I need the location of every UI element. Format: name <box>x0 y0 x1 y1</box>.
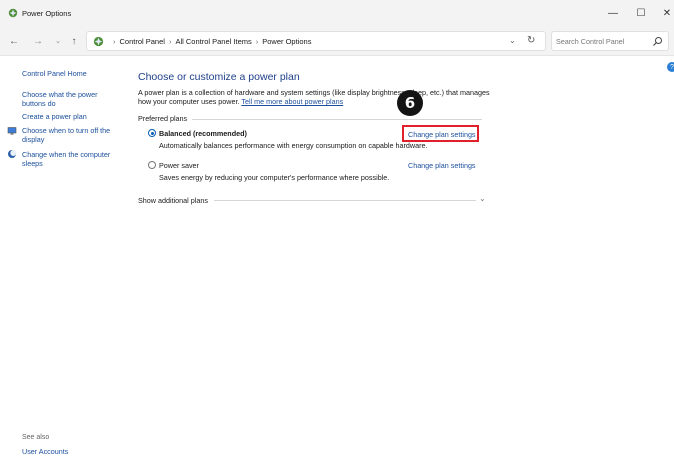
sleep-moon-icon <box>8 150 17 158</box>
highlight-box <box>402 125 479 142</box>
expand-chevron-icon[interactable]: ⌄ <box>479 194 486 203</box>
step-number-badge: 6 <box>397 90 423 116</box>
breadcrumb-item-power-options[interactable]: Power Options <box>262 37 311 46</box>
sidebar-item-power-buttons[interactable]: Choose what the power buttons do <box>22 90 106 108</box>
breadcrumb-item-all-items[interactable]: All Control Panel Items <box>175 37 251 46</box>
back-arrow-icon[interactable]: ← <box>8 35 20 47</box>
sidebar-item-create-plan[interactable]: Create a power plan <box>22 112 122 121</box>
sidebar: Control Panel Home Choose what the power… <box>0 56 126 467</box>
see-also-label: See also <box>22 434 50 441</box>
search-icon[interactable] <box>652 36 663 47</box>
address-bar[interactable]: › Control Panel › All Control Panel Items › P… <box>86 31 546 51</box>
breadcrumb-separator-icon: › <box>255 37 259 46</box>
show-additional-plans-label[interactable]: Show additional plans <box>138 196 208 205</box>
balanced-plan-radio[interactable] <box>148 129 156 137</box>
power-saver-plan-description: Saves energy by reducing your computer's… <box>159 173 390 182</box>
power-options-icon <box>8 8 18 18</box>
sidebar-item-user-accounts[interactable]: User Accounts <box>22 447 122 456</box>
breadcrumb-separator-icon: › <box>113 37 116 46</box>
balanced-plan-name[interactable]: Balanced (recommended) <box>159 129 247 138</box>
title-bar: Power Options — ☐ ✕ <box>0 0 674 26</box>
refresh-icon[interactable]: ↻ <box>527 35 535 46</box>
page-title: Choose or customize a power plan <box>138 71 300 83</box>
up-arrow-icon[interactable]: ↑ <box>68 35 80 47</box>
display-settings-icon <box>7 127 17 135</box>
page-description: A power plan is a collection of hardware… <box>138 88 498 106</box>
maximize-icon[interactable]: ☐ <box>634 6 648 20</box>
forward-arrow-icon[interactable]: → <box>32 35 44 47</box>
minimize-icon[interactable]: — <box>606 6 620 20</box>
address-dropdown-icon[interactable]: ⌄ <box>509 36 516 45</box>
sidebar-item-sleep[interactable]: Change when the computer sleeps <box>22 150 118 168</box>
show-additional-divider <box>214 200 476 201</box>
sidebar-item-control-panel-home[interactable]: Control Panel Home <box>22 69 122 78</box>
preferred-plans-label: Preferred plans <box>138 114 188 123</box>
main-content: Choose or customize a power plan A power… <box>126 56 674 467</box>
window-title: Power Options <box>22 9 72 18</box>
breadcrumb-separator-icon: › <box>168 37 172 46</box>
breadcrumb-item-control-panel[interactable]: Control Panel <box>120 37 165 46</box>
power-saver-plan-radio[interactable] <box>148 161 156 169</box>
sidebar-item-display-off[interactable]: Choose when to turn off the display <box>22 126 118 144</box>
power-plans-help-link[interactable]: Tell me more about power plans <box>241 97 343 106</box>
search-box[interactable]: Search Control Panel <box>551 31 669 51</box>
close-icon[interactable]: ✕ <box>660 6 674 20</box>
group-divider <box>192 119 482 120</box>
balanced-plan-description: Automatically balances performance with … <box>159 141 428 150</box>
breadcrumb: › Control Panel › All Control Panel Items › P… <box>109 37 311 46</box>
recent-locations-chevron-icon[interactable]: ⌄ <box>52 35 64 47</box>
navigation-bar: ← → ⌄ ↑ › Control Panel › All Control Panel… <box>0 26 674 56</box>
control-panel-icon <box>93 36 104 47</box>
search-input[interactable]: Search Control Panel <box>556 37 624 46</box>
power-saver-plan-name[interactable]: Power saver <box>159 161 199 170</box>
power-saver-change-plan-settings-link[interactable]: Change plan settings <box>408 161 476 170</box>
help-icon[interactable]: ? <box>667 62 674 72</box>
